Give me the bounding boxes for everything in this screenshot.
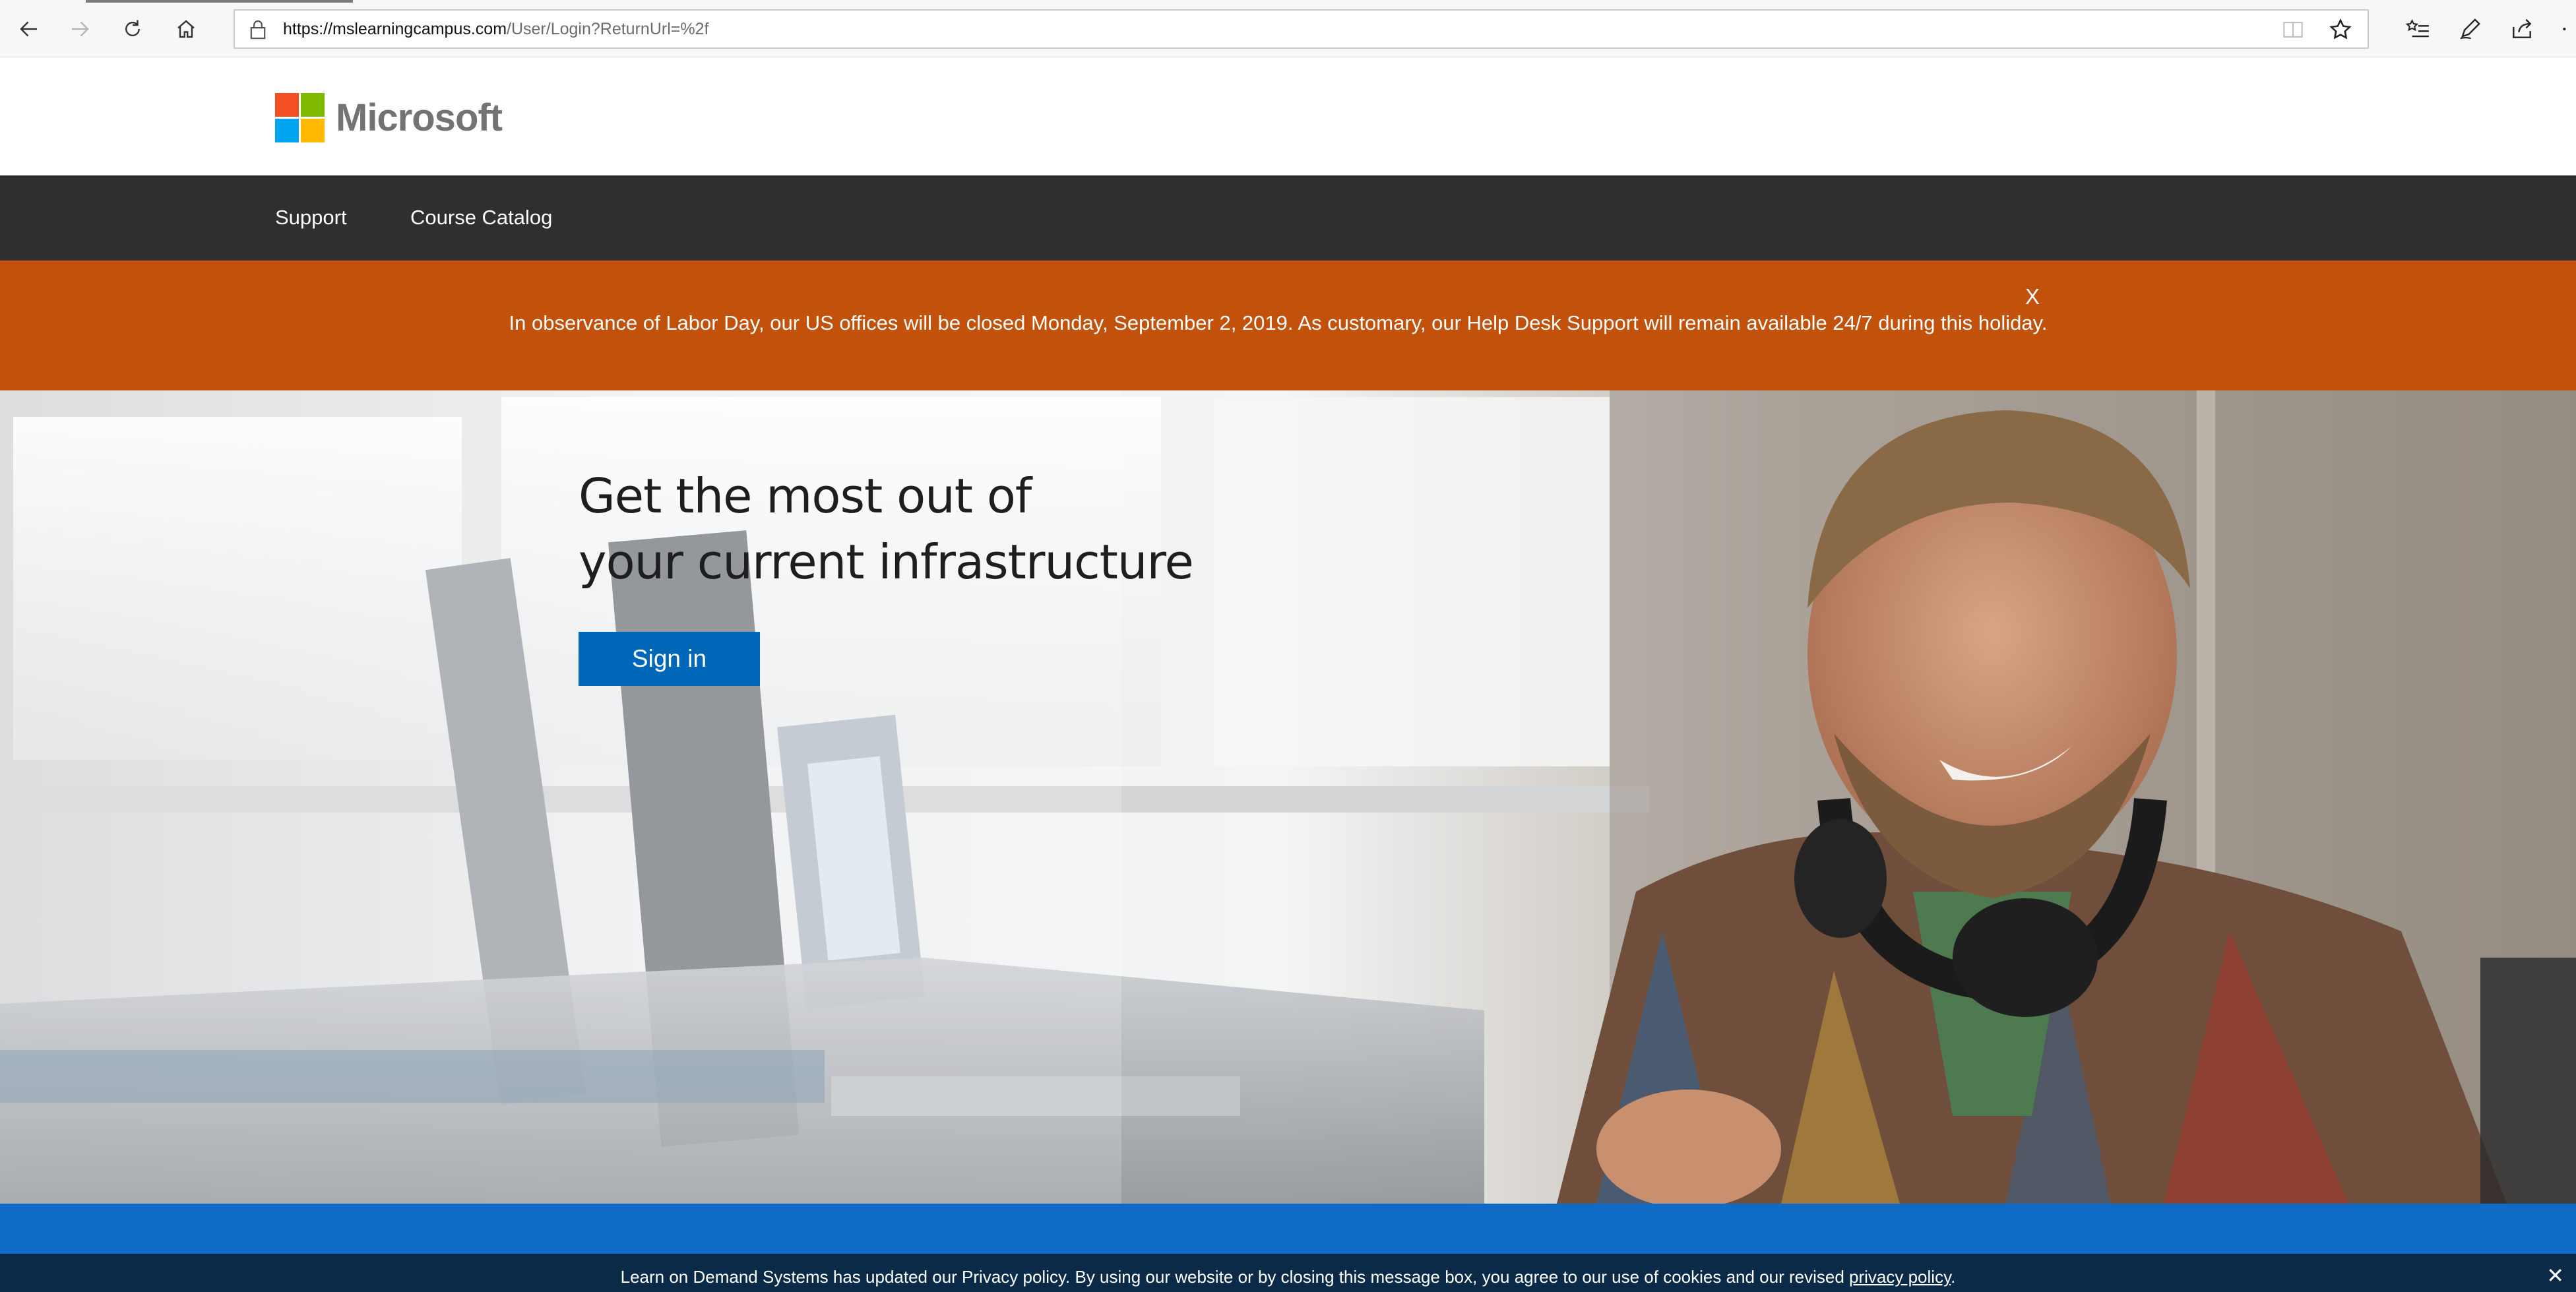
logo-wordmark: Microsoft xyxy=(336,96,503,139)
more-button[interactable] xyxy=(2550,12,2570,46)
address-bar[interactable]: https://mslearningcampus.com/User/Login?… xyxy=(234,9,2369,49)
hero-section: Get the most out of your current infrast… xyxy=(0,390,2576,1204)
cookie-close-button[interactable]: ✕ xyxy=(2546,1263,2564,1288)
hero-photo xyxy=(0,390,2576,1204)
home-button[interactable] xyxy=(169,12,203,46)
logo-square-blue xyxy=(275,119,299,142)
logo-square-green xyxy=(301,93,325,117)
forward-arrow-icon xyxy=(72,21,89,37)
cookie-message-text: Learn on Demand Systems has updated our … xyxy=(620,1267,1850,1287)
hero-heading-line-2: your current infrastructure xyxy=(579,534,1194,590)
microsoft-logo-icon xyxy=(275,93,325,142)
web-note-button[interactable] xyxy=(2453,12,2487,46)
favorite-star-icon[interactable] xyxy=(2328,17,2353,42)
privacy-policy-link[interactable]: privacy policy xyxy=(1849,1267,1951,1287)
microsoft-logo[interactable]: Microsoft xyxy=(275,93,503,142)
tab-indicator xyxy=(86,0,353,3)
url-text: https://mslearningcampus.com/User/Login?… xyxy=(283,20,708,39)
footer-blue-strip xyxy=(0,1204,2576,1254)
sign-in-button[interactable]: Sign in xyxy=(579,632,760,686)
browser-toolbar: https://mslearningcampus.com/User/Login?… xyxy=(0,0,2576,57)
nav-item-support[interactable]: Support xyxy=(275,206,347,230)
favorites-list-icon xyxy=(2406,19,2429,38)
share-icon xyxy=(2513,18,2532,38)
cookie-message-suffix: . xyxy=(1951,1267,1956,1287)
share-button[interactable] xyxy=(2505,12,2539,46)
forward-button[interactable] xyxy=(63,12,97,46)
back-arrow-icon xyxy=(20,21,37,37)
favorites-hub-button[interactable] xyxy=(2401,12,2435,46)
cookie-message: Learn on Demand Systems has updated our … xyxy=(0,1267,2576,1287)
hero-heading: Get the most out of your current infrast… xyxy=(579,463,1194,595)
alert-close-button[interactable]: X xyxy=(2025,284,2040,309)
lock-icon xyxy=(250,20,266,40)
pen-icon xyxy=(2460,18,2480,40)
site-header: Microsoft xyxy=(0,57,2576,175)
holiday-alert-banner: X In observance of Labor Day, our US off… xyxy=(0,261,2576,390)
refresh-icon xyxy=(125,20,140,36)
logo-square-red xyxy=(275,93,299,117)
home-icon xyxy=(177,20,195,38)
alert-message: In observance of Labor Day, our US offic… xyxy=(509,311,2048,334)
url-path: /User/Login?ReturnUrl=%2f xyxy=(507,20,709,38)
main-nav: Support Course Catalog xyxy=(0,175,2576,261)
cookie-consent-bar: Learn on Demand Systems has updated our … xyxy=(0,1254,2576,1292)
refresh-button[interactable] xyxy=(115,12,150,46)
reading-view-icon[interactable] xyxy=(2282,20,2304,40)
nav-item-course-catalog[interactable]: Course Catalog xyxy=(410,206,552,230)
back-button[interactable] xyxy=(12,12,46,46)
hero-heading-line-1: Get the most out of xyxy=(579,468,1032,524)
url-host: https://mslearningcampus.com xyxy=(283,20,507,38)
logo-square-yellow xyxy=(301,119,325,142)
more-dots-icon xyxy=(2563,27,2566,31)
